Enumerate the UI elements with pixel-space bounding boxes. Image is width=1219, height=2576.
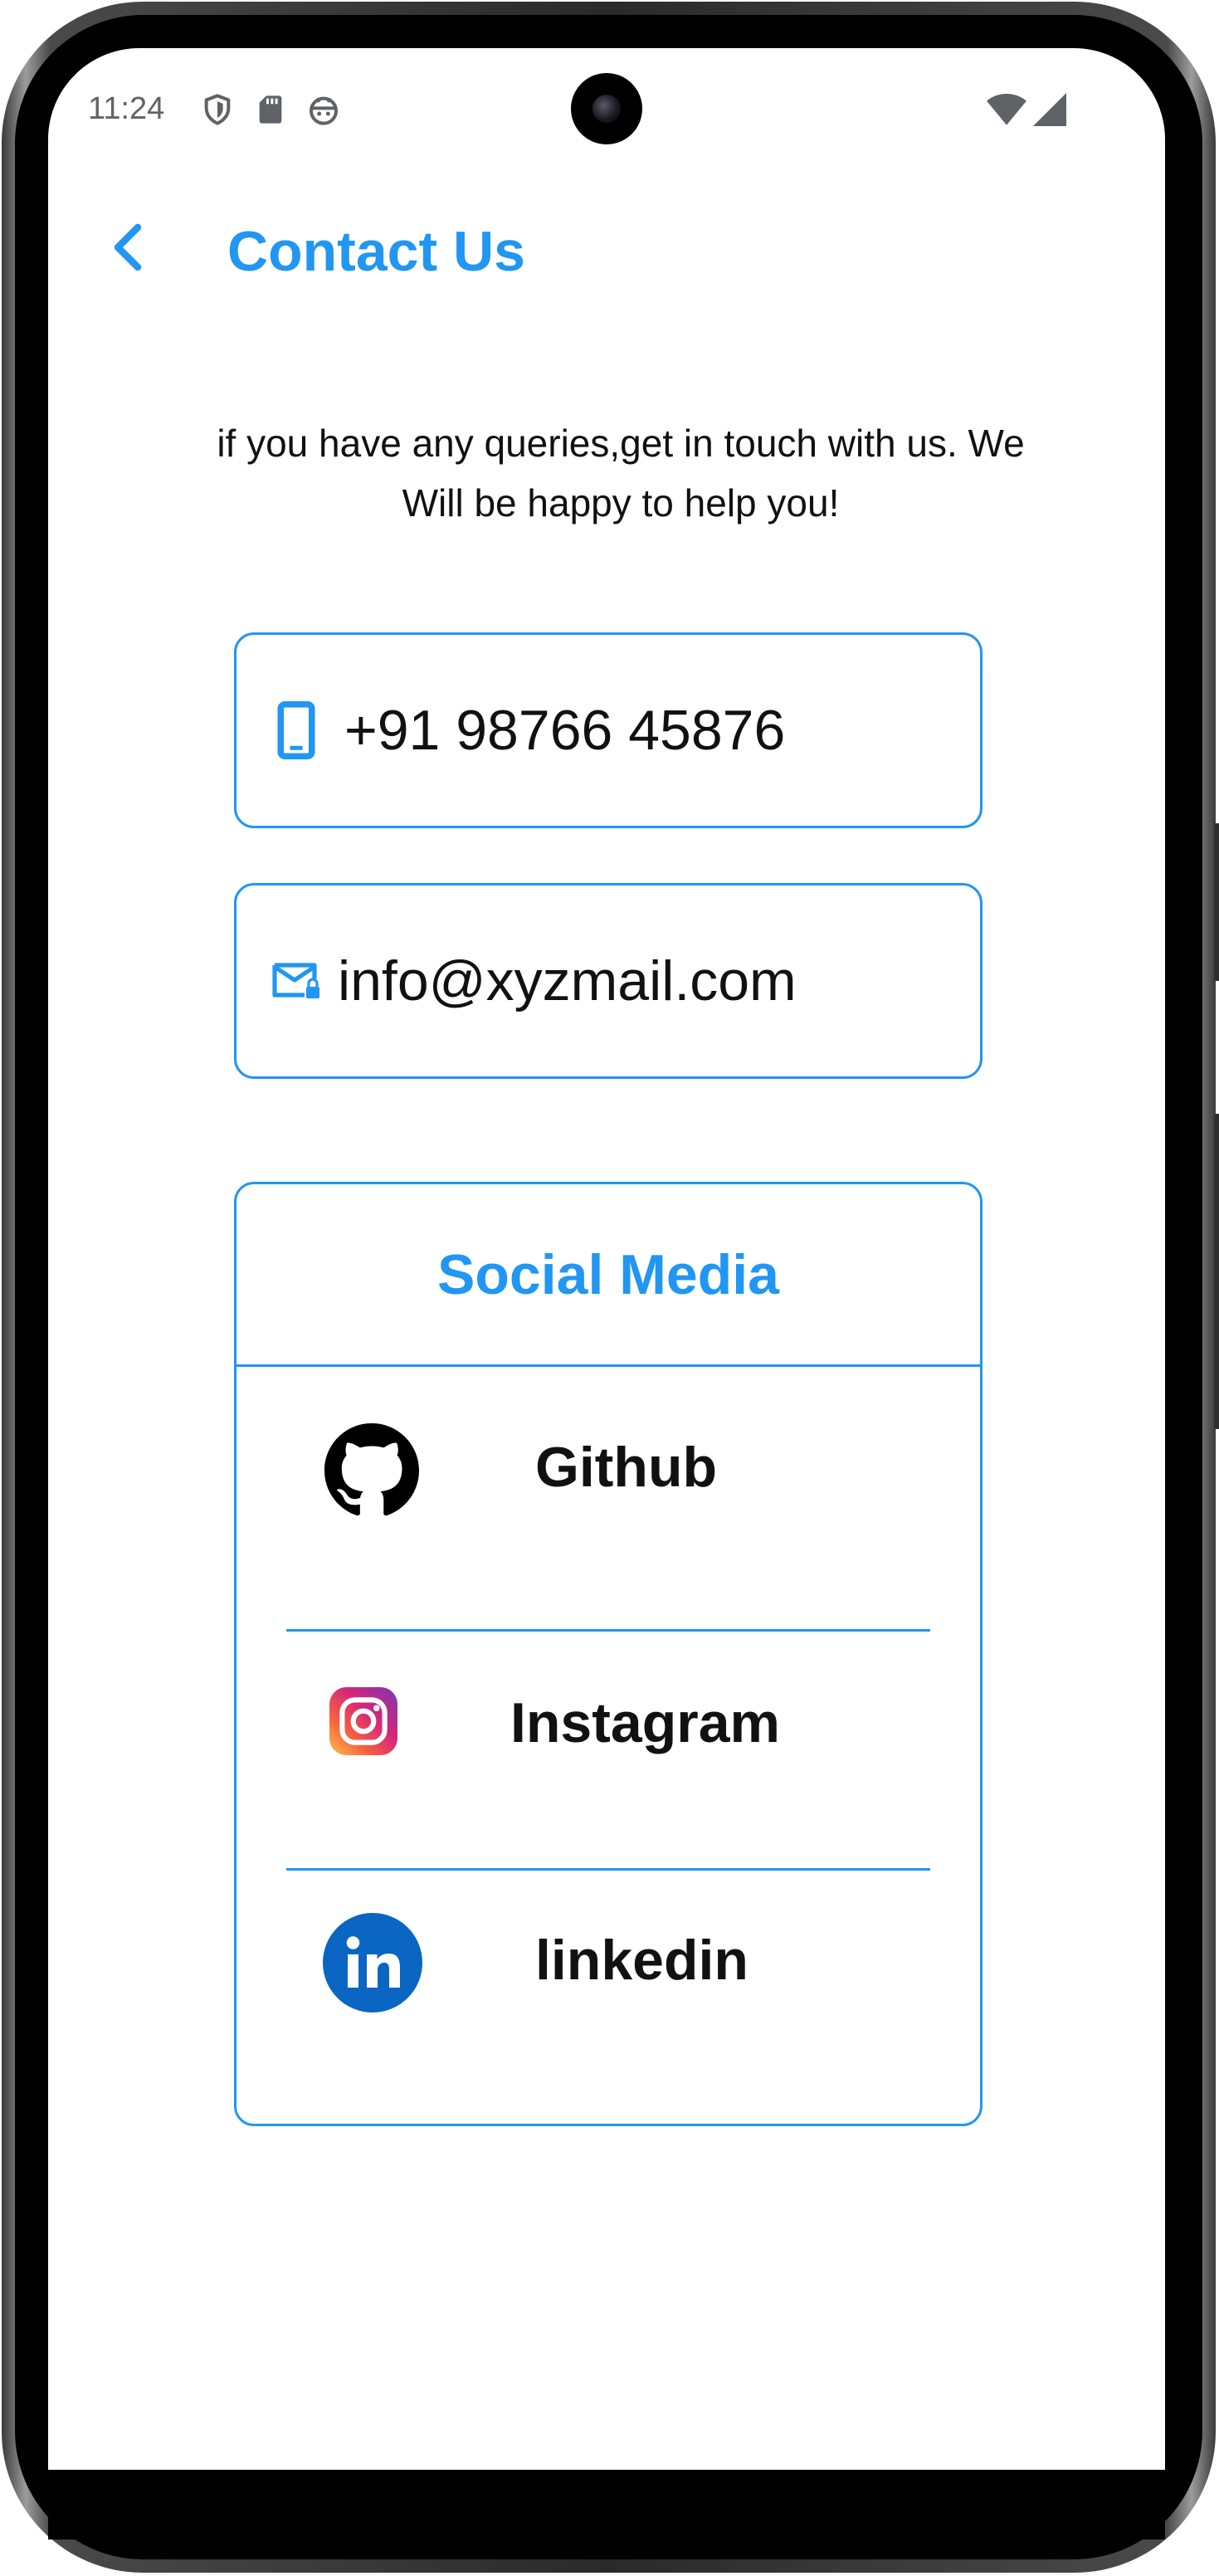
screen: 11:24 Contact Us if you have any queries… [48, 48, 1165, 2470]
back-button[interactable] [95, 214, 161, 281]
front-camera [571, 73, 642, 144]
page-title: Contact Us [227, 220, 525, 283]
chevron-left-icon [114, 223, 142, 271]
social-label-instagram: Instagram [510, 1691, 780, 1754]
social-item-linkedin[interactable]: linkedin [236, 1873, 980, 2064]
social-media-header: Social Media [236, 1184, 980, 1367]
social-label-linkedin: linkedin [535, 1929, 748, 1992]
home-indicator[interactable] [471, 2450, 740, 2461]
social-item-github[interactable]: Github [236, 1367, 980, 1558]
social-item-instagram[interactable]: Instagram [236, 1632, 980, 1823]
social-divider [286, 1629, 930, 1632]
camera-lens [592, 95, 621, 123]
navigation-bar [48, 2470, 1165, 2539]
social-label-github: Github [535, 1436, 718, 1499]
instagram-icon [329, 1687, 397, 1755]
sd-card-icon [259, 95, 282, 124]
phone-number: +91 98766 45876 [344, 699, 786, 762]
linkedin-icon [323, 1913, 422, 2013]
power-button [1214, 1114, 1219, 1429]
email-address: info@xyzmail.com [338, 949, 797, 1012]
volume-button [1214, 823, 1219, 981]
mail-lock-icon [271, 952, 321, 1010]
phone-contact-card[interactable]: +91 98766 45876 [234, 632, 983, 828]
social-divider [286, 1868, 930, 1871]
intro-text: if you have any queries,get in touch wit… [217, 422, 1025, 524]
github-icon [324, 1423, 419, 1516]
email-contact-card[interactable]: info@xyzmail.com [234, 883, 983, 1079]
smartphone-icon [271, 701, 321, 759]
wifi-icon [987, 93, 1026, 125]
android-face-icon [310, 96, 338, 125]
shield-icon [204, 94, 231, 125]
status-time: 11:24 [88, 91, 165, 126]
social-media-card: Social Media Github Instagram linkedin [234, 1182, 983, 2126]
cell-signal-icon [1033, 93, 1066, 126]
social-media-title: Social Media [437, 1242, 779, 1306]
